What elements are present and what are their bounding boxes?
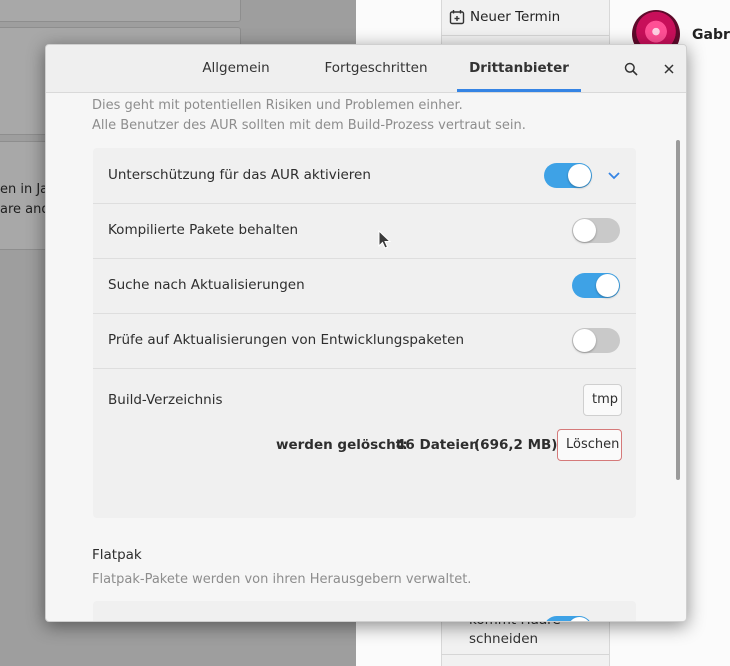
switch-knob (568, 164, 591, 187)
switch-knob (596, 274, 619, 297)
switch-knob (573, 329, 596, 352)
keep-packages-row: Kompilierte Pakete behalten (93, 203, 636, 259)
switch-knob (573, 219, 596, 242)
tab-drittanbieter[interactable]: Drittanbieter (457, 45, 581, 92)
aur-description-line2: Alle Benutzer des AUR sollten mit dem Bu… (92, 118, 526, 133)
check-updates-label: Suche nach Aktualisierungen (108, 277, 305, 293)
event-text: schneiden (469, 631, 539, 647)
background-card (0, 0, 241, 22)
delete-info-size: (696,2 MB) (474, 437, 558, 453)
aur-enable-label: Unterschützung für das AUR aktivieren (108, 167, 371, 183)
dev-updates-label: Prüfe auf Aktualisierungen von Entwicklu… (108, 332, 464, 348)
check-updates-switch[interactable] (572, 273, 620, 298)
aur-description-line1: Dies geht mit potentiellen Risiken und P… (92, 98, 463, 113)
preferences-dialog: Allgemein Fortgeschritten Drittanbieter … (45, 44, 687, 622)
close-icon (664, 64, 674, 74)
search-icon (624, 62, 638, 76)
scrollbar[interactable] (676, 140, 680, 480)
keep-packages-label: Kompilierte Pakete behalten (108, 222, 299, 238)
switch-knob (568, 617, 591, 621)
flatpak-enable-switch[interactable] (544, 616, 592, 621)
divider (441, 654, 609, 655)
flatpak-section-title: Flatpak (92, 547, 142, 563)
build-directory-label: Build-Verzeichnis (108, 392, 223, 408)
flatpak-description: Flatpak-Pakete werden von ihren Herausge… (92, 572, 472, 587)
aur-enable-row: Unterschützung für das AUR aktivieren (93, 148, 636, 204)
mouse-pointer-icon (378, 230, 392, 249)
aur-enable-switch[interactable] (544, 163, 592, 188)
chevron-down-icon[interactable] (606, 167, 622, 183)
delete-info-count: 46 Dateien (396, 437, 479, 453)
search-button[interactable] (618, 56, 644, 82)
chevron-down-icon[interactable] (606, 620, 622, 621)
background-text: are and (0, 202, 50, 217)
delete-button[interactable]: Löschen (557, 429, 622, 461)
delete-info-prefix: werden gelöscht: (276, 437, 408, 453)
divider (441, 35, 609, 36)
close-button[interactable] (656, 56, 682, 82)
settings-content[interactable]: ​ Dies geht mit potentiellen Risiken und… (46, 93, 686, 621)
tab-fortgeschritten[interactable]: Fortgeschritten (308, 45, 444, 92)
build-directory-button[interactable]: tmp (583, 384, 622, 416)
aur-settings-card: Unterschützung für das AUR aktivieren Ko… (93, 148, 636, 518)
keep-packages-switch[interactable] (572, 218, 620, 243)
flatpak-enable-row: Flatpak-Unterstützung aktivieren (93, 601, 636, 621)
tab-allgemein[interactable]: Allgemein (176, 45, 296, 92)
flatpak-enable-label: Flatpak-Unterstützung aktivieren (108, 601, 331, 621)
user-name: Gabri (692, 27, 730, 43)
dev-updates-row: Prüfe auf Aktualisierungen von Entwicklu… (93, 313, 636, 369)
dev-updates-switch[interactable] (572, 328, 620, 353)
header-bar: Allgemein Fortgeschritten Drittanbieter (46, 45, 686, 93)
new-event-menu-item[interactable]: Neuer Termin (470, 9, 560, 25)
flatpak-settings-card: Flatpak-Unterstützung aktivieren (93, 601, 636, 621)
calendar-add-icon (449, 9, 465, 29)
build-directory-section: Build-Verzeichnis tmp werden gelöscht: 4… (93, 369, 636, 473)
check-updates-row: Suche nach Aktualisierungen (93, 258, 636, 314)
